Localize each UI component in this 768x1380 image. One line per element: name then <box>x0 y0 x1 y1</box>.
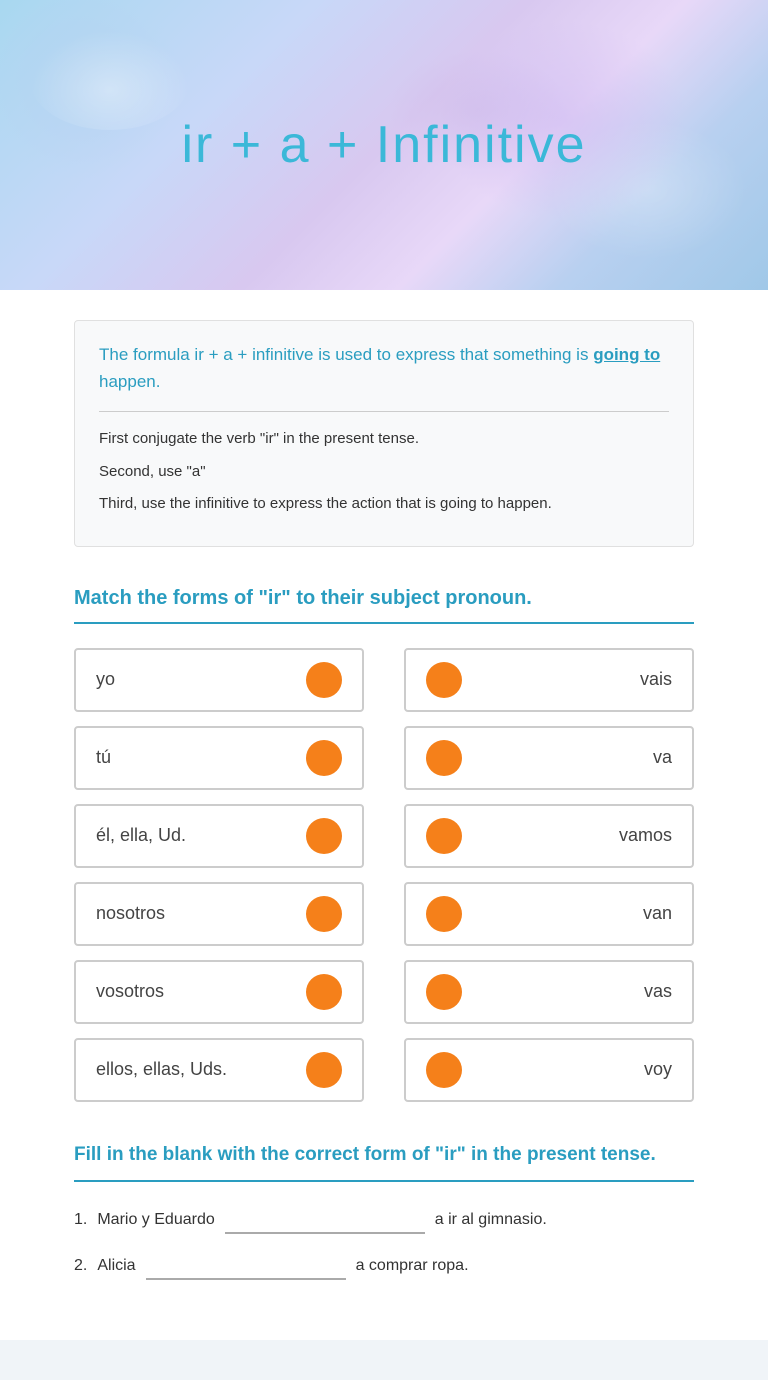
page-wrapper: The formula ir + a + infinitive is used … <box>0 290 768 1340</box>
form-vamos: vamos <box>619 825 672 846</box>
fill-divider <box>74 1180 694 1182</box>
match-right-5[interactable]: vas <box>404 960 694 1024</box>
fill-question-1: 1. Mario y Eduardo a ir al gimnasio. <box>74 1206 694 1234</box>
pronoun-el-ella-ud: él, ella, Ud. <box>96 825 186 846</box>
formula-step-3: Third, use the infinitive to express the… <box>99 493 669 516</box>
match-dot-left-4[interactable] <box>306 896 342 932</box>
content-area: The formula ir + a + infinitive is used … <box>34 290 734 1340</box>
pronoun-tu: tú <box>96 747 111 768</box>
match-dot-right-1[interactable] <box>426 662 462 698</box>
match-right-6[interactable]: voy <box>404 1038 694 1102</box>
pronoun-nosotros: nosotros <box>96 903 165 924</box>
question-2-input[interactable] <box>146 1252 346 1280</box>
pronoun-ellos-ellas-uds: ellos, ellas, Uds. <box>96 1059 227 1080</box>
formula-text: The formula ir + a + infinitive is used … <box>99 341 669 412</box>
form-va: va <box>653 747 672 768</box>
match-dot-right-2[interactable] <box>426 740 462 776</box>
cloud-decoration-1 <box>30 30 190 130</box>
fill-section-heading: Fill in the blank with the correct form … <box>74 1142 694 1169</box>
match-dot-right-3[interactable] <box>426 818 462 854</box>
going-to-emphasis: going to <box>593 345 660 364</box>
question-2-after: a comprar ropa. <box>356 1257 469 1275</box>
question-2-number: 2. <box>74 1257 87 1275</box>
match-section-heading: Match the forms of "ir" to their subject… <box>74 587 694 610</box>
match-left-6[interactable]: ellos, ellas, Uds. <box>74 1038 364 1102</box>
form-vais: vais <box>640 669 672 690</box>
match-dot-left-1[interactable] <box>306 662 342 698</box>
question-1-after: a ir al gimnasio. <box>435 1211 547 1229</box>
formula-steps: First conjugate the verb "ir" in the pre… <box>99 428 669 516</box>
match-left-4[interactable]: nosotros <box>74 882 364 946</box>
fill-section: Fill in the blank with the correct form … <box>74 1142 694 1281</box>
match-left-2[interactable]: tú <box>74 726 364 790</box>
match-left-1[interactable]: yo <box>74 648 364 712</box>
question-1-number: 1. <box>74 1211 87 1229</box>
match-right-2[interactable]: va <box>404 726 694 790</box>
match-left-5[interactable]: vosotros <box>74 960 364 1024</box>
match-right-1[interactable]: vais <box>404 648 694 712</box>
form-voy: voy <box>644 1059 672 1080</box>
match-section: Match the forms of "ir" to their subject… <box>74 587 694 1102</box>
formula-step-1: First conjugate the verb "ir" in the pre… <box>99 428 669 451</box>
match-dot-right-6[interactable] <box>426 1052 462 1088</box>
form-van: van <box>643 903 672 924</box>
question-2-before: Alicia <box>97 1257 135 1275</box>
match-dot-right-4[interactable] <box>426 896 462 932</box>
form-vas: vas <box>644 981 672 1002</box>
pronoun-vosotros: vosotros <box>96 981 164 1002</box>
match-dot-left-3[interactable] <box>306 818 342 854</box>
match-divider <box>74 622 694 624</box>
match-dot-left-6[interactable] <box>306 1052 342 1088</box>
match-dot-left-2[interactable] <box>306 740 342 776</box>
formula-section: The formula ir + a + infinitive is used … <box>74 320 694 547</box>
formula-step-2: Second, use "a" <box>99 461 669 484</box>
match-left-3[interactable]: él, ella, Ud. <box>74 804 364 868</box>
header: ir + a + Infinitive <box>0 0 768 290</box>
question-1-input[interactable] <box>225 1206 425 1234</box>
fill-question-2: 2. Alicia a comprar ropa. <box>74 1252 694 1280</box>
pronoun-yo: yo <box>96 669 115 690</box>
match-right-4[interactable]: van <box>404 882 694 946</box>
match-right-3[interactable]: vamos <box>404 804 694 868</box>
fill-questions: 1. Mario y Eduardo a ir al gimnasio. 2. … <box>74 1206 694 1280</box>
question-1-before: Mario y Eduardo <box>97 1211 214 1229</box>
match-grid: yo vais tú va él, ella, <box>74 648 694 1102</box>
page-title: ir + a + Infinitive <box>181 115 586 175</box>
match-dot-right-5[interactable] <box>426 974 462 1010</box>
match-dot-left-5[interactable] <box>306 974 342 1010</box>
